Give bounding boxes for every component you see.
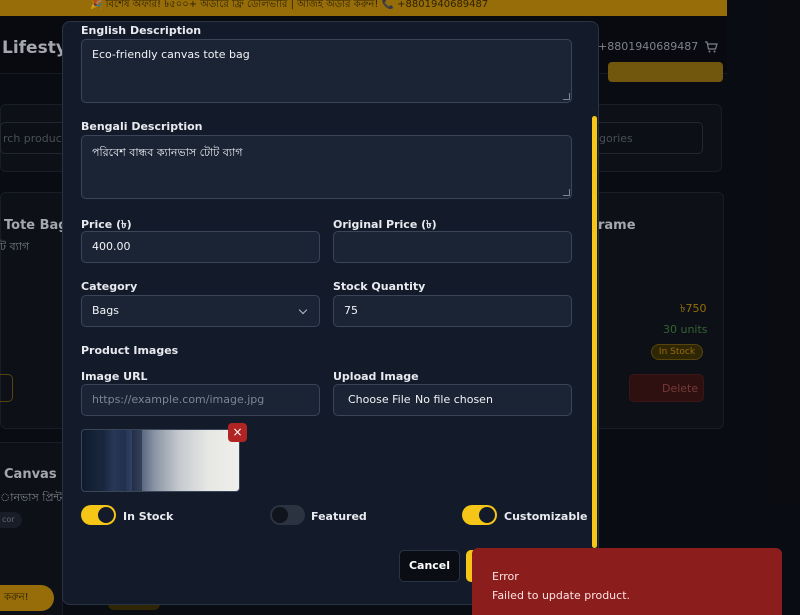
featured-toggle[interactable]	[270, 505, 305, 525]
upload-image-label: Upload Image	[333, 370, 419, 383]
thumbnail-fold	[102, 430, 126, 491]
toggle-knob	[98, 507, 114, 523]
stock-quantity-input[interactable]: 75	[333, 295, 572, 327]
error-toast[interactable]: Error Failed to update product.	[472, 548, 782, 615]
toast-message: Failed to update product.	[492, 589, 631, 602]
image-url-input[interactable]: https://example.com/image.jpg	[81, 384, 320, 416]
in-stock-toggle[interactable]	[81, 505, 116, 525]
category-label: Category	[81, 280, 138, 293]
choose-file-button[interactable]: Choose File	[348, 393, 411, 406]
resize-handle-icon[interactable]	[563, 189, 570, 196]
category-select[interactable]: Bags	[81, 295, 320, 327]
customizable-label: Customizable	[504, 510, 588, 523]
featured-label: Featured	[311, 510, 367, 523]
stock-quantity-label: Stock Quantity	[333, 280, 426, 293]
bengali-description-textarea[interactable]: পরিবেশ বান্ধব ক্যানভাস টোট ব্যাগ	[81, 135, 572, 199]
toggle-knob	[272, 507, 288, 523]
original-price-input[interactable]	[333, 231, 572, 263]
cancel-button[interactable]: Cancel	[399, 550, 460, 582]
price-input[interactable]: 400.00	[81, 231, 320, 263]
toggle-knob	[479, 507, 495, 523]
image-url-label: Image URL	[81, 370, 148, 383]
thumbnail-fold	[132, 430, 142, 491]
product-images-heading: Product Images	[81, 344, 179, 357]
english-description-textarea[interactable]: Eco-friendly canvas tote bag	[81, 39, 572, 103]
resize-handle-icon[interactable]	[563, 93, 570, 100]
remove-image-button[interactable]: ×	[228, 423, 247, 442]
toast-title: Error	[492, 570, 519, 583]
upload-image-input[interactable]: Choose File No file chosen	[333, 384, 572, 416]
modal-scrollbar[interactable]	[592, 116, 597, 548]
customizable-toggle[interactable]	[462, 505, 497, 525]
file-status-text: No file chosen	[415, 393, 493, 406]
english-description-label: English Description	[81, 24, 202, 37]
product-image-thumbnail	[81, 429, 240, 492]
in-stock-label: In Stock	[123, 510, 174, 523]
bengali-description-label: Bengali Description	[81, 120, 203, 133]
